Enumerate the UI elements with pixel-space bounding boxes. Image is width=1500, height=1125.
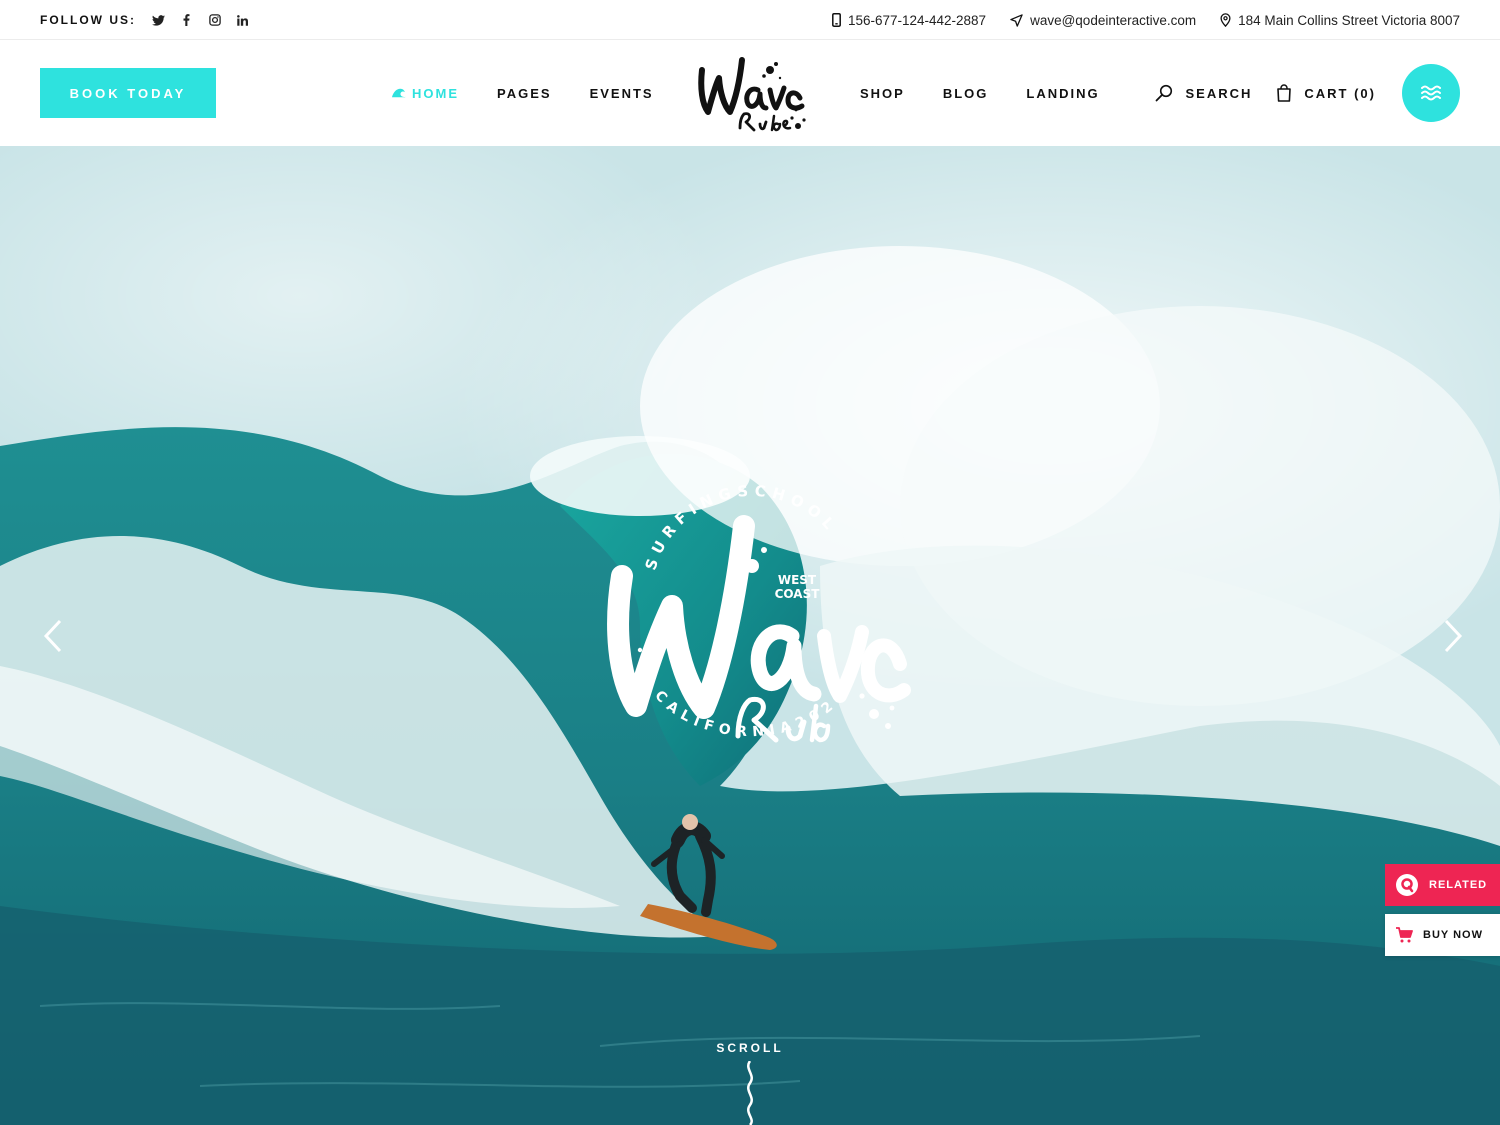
cart-icon (1396, 927, 1413, 943)
follow-us-label: FOLLOW US: (40, 13, 136, 27)
search-button[interactable]: SEARCH (1155, 84, 1252, 102)
address-contact[interactable]: 184 Main Collins Street Victoria 8007 (1220, 13, 1460, 28)
main-header: BOOK TODAY HOME PAGES EVENTS SHOP BLOG L… (0, 40, 1500, 146)
send-icon (1010, 13, 1023, 27)
twitter-icon[interactable] (152, 13, 166, 27)
nav-item-landing[interactable]: LANDING (1026, 86, 1099, 101)
badge-coast-text: COAST (775, 587, 821, 601)
chevron-left-icon (43, 619, 62, 653)
book-today-button[interactable]: BOOK TODAY (40, 68, 216, 118)
related-button[interactable]: RELATED (1385, 864, 1500, 906)
previous-slide-button[interactable] (38, 616, 68, 656)
wave-ride-badge: SURFINGSCHOOL CALIFORNIA2020 WEST COAST (592, 446, 912, 756)
street-address: 184 Main Collins Street Victoria 8007 (1238, 12, 1460, 28)
hero-slider: SURFINGSCHOOL CALIFORNIA2020 WEST COAST (0, 146, 1500, 1125)
nav-item-shop[interactable]: SHOP (860, 86, 905, 101)
waves-menu-icon (1421, 85, 1441, 101)
search-icon (1156, 84, 1173, 102)
nav-item-blog[interactable]: BLOG (943, 86, 989, 101)
cart-label: CART (0) (1304, 85, 1376, 101)
email-contact[interactable]: wave@qodeinteractive.com (1010, 13, 1196, 28)
nav-item-home[interactable]: HOME (391, 86, 459, 101)
shopping-bag-icon (1277, 84, 1292, 102)
related-label: RELATED (1429, 879, 1488, 891)
svg-text:CALIFORNIA2020: CALIFORNIA2020 (651, 685, 851, 741)
wave-ride-logo[interactable] (692, 48, 810, 138)
related-icon (1396, 874, 1418, 896)
phone-icon (832, 13, 841, 27)
badge-west-text: WEST (778, 573, 817, 587)
nav-item-events[interactable]: EVENTS (590, 86, 654, 101)
search-label: SEARCH (1185, 85, 1253, 101)
email-address: wave@qodeinteractive.com (1030, 12, 1197, 28)
location-pin-icon (1220, 13, 1231, 27)
next-slide-button[interactable] (1438, 616, 1468, 656)
nav-label-home: HOME (412, 85, 459, 101)
contact-info: 156-677-124-442-2887 wave@qodeinteractiv… (832, 0, 1460, 40)
cart-button[interactable]: CART (0) (1276, 84, 1376, 102)
phone-contact[interactable]: 156-677-124-442-2887 (832, 13, 986, 28)
buy-now-button[interactable]: BUY NOW (1385, 914, 1500, 956)
buy-now-label: BUY NOW (1423, 929, 1483, 941)
top-bar: FOLLOW US: 156-677-124-442-2887 wave@qod… (0, 0, 1500, 40)
scroll-label[interactable]: SCROLL (700, 1041, 800, 1055)
main-nav-left: HOME PAGES EVENTS (391, 40, 654, 146)
main-nav-right: SHOP BLOG LANDING (860, 40, 1100, 146)
facebook-icon[interactable] (180, 13, 194, 27)
side-menu-button[interactable] (1402, 64, 1460, 122)
header-tools: SEARCH CART (0) (1155, 40, 1376, 146)
phone-number: 156-677-124-442-2887 (847, 12, 987, 28)
follow-us: FOLLOW US: (40, 0, 250, 40)
wave-icon (391, 88, 406, 98)
chevron-right-icon (1444, 619, 1463, 653)
badge-bottom-text: CALIFORNIA2020 (651, 685, 845, 741)
instagram-icon[interactable] (208, 13, 222, 27)
linkedin-icon[interactable] (236, 13, 250, 27)
scroll-squiggle-icon[interactable] (740, 1061, 760, 1125)
nav-item-pages[interactable]: PAGES (497, 86, 552, 101)
